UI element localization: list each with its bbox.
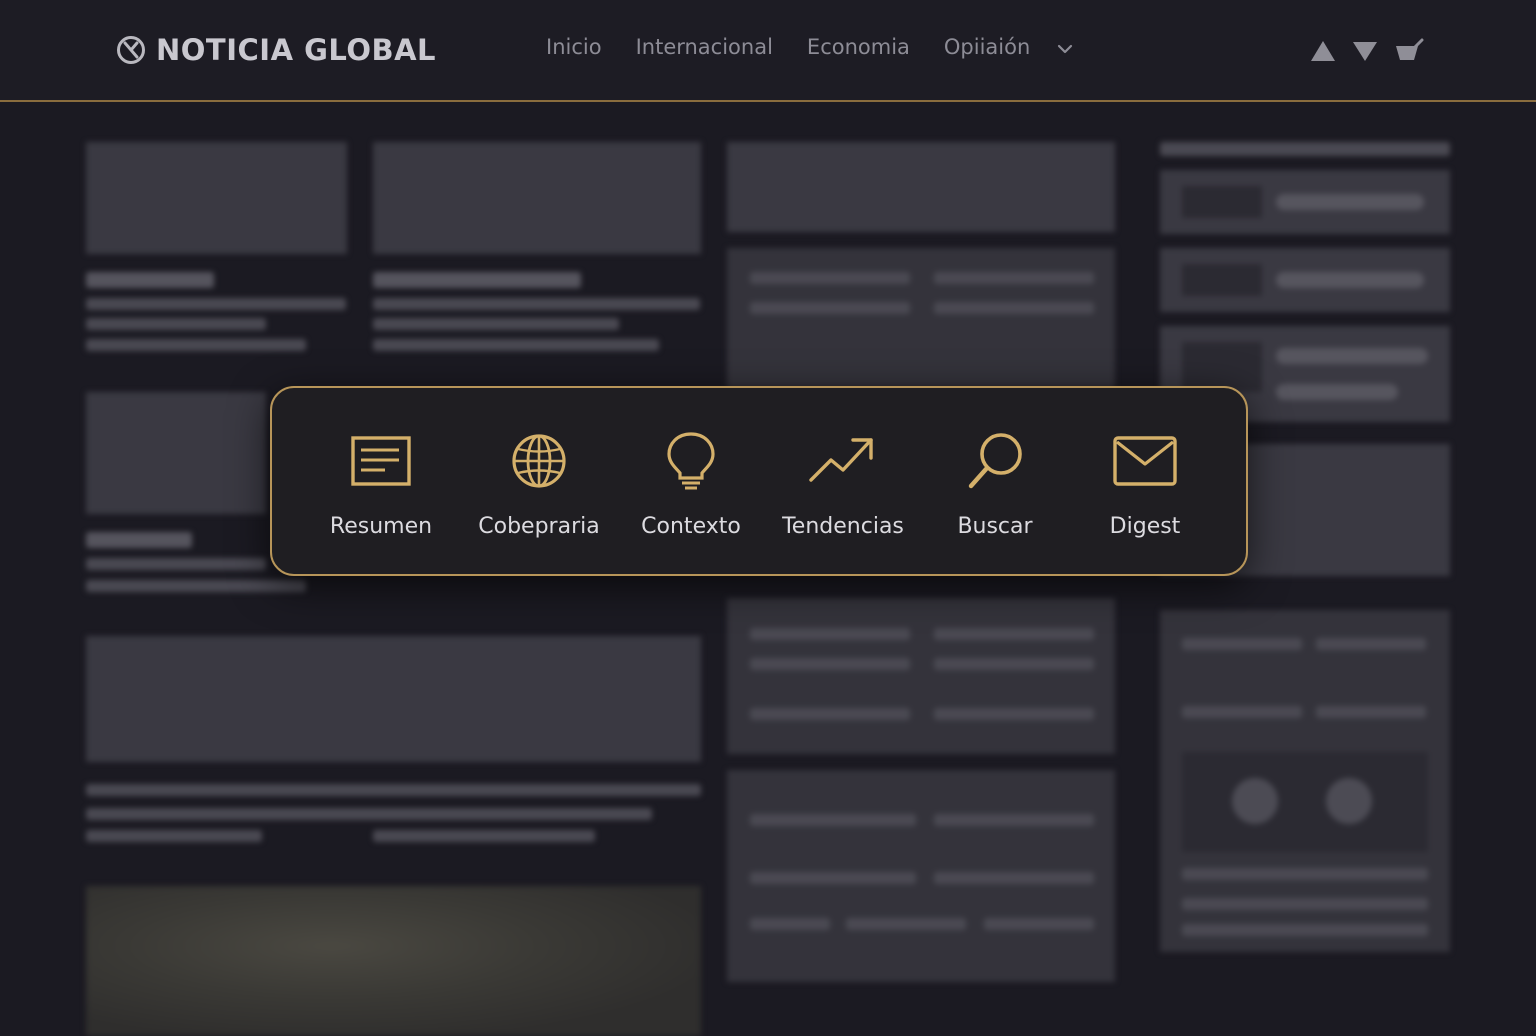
globe-icon: [512, 434, 566, 488]
sidebar-thumb: [1182, 264, 1262, 296]
text-placeholder: [1276, 272, 1424, 288]
text-placeholder: [1182, 638, 1302, 650]
text-placeholder: [1182, 868, 1428, 880]
envelope-icon: [1113, 436, 1177, 486]
text-placeholder: [373, 830, 595, 842]
text-placeholder: [1276, 384, 1398, 400]
text-placeholder: [1160, 142, 1450, 156]
text-placeholder: [1316, 706, 1426, 718]
chevron-down-icon[interactable]: [1056, 40, 1074, 58]
article-thumbnail: [373, 142, 701, 254]
search-icon: [968, 433, 1022, 489]
text-placeholder: [1182, 706, 1302, 718]
headline-placeholder: [86, 532, 192, 548]
world-map-image: [86, 886, 701, 1036]
article-thumbnail: [727, 142, 1115, 232]
text-placeholder: [934, 814, 1094, 826]
lightbulb-icon: [667, 432, 715, 490]
header-tools: [1310, 38, 1440, 64]
data-table-card: [727, 248, 1115, 388]
text-placeholder: [934, 302, 1094, 314]
article-thumbnail: [86, 142, 347, 254]
text-placeholder: [750, 814, 916, 826]
text-placeholder: [86, 298, 346, 310]
text-placeholder: [750, 708, 910, 720]
quick-actions-toolbar: Resumen Cobeprarіa Contexto Tendencias B…: [270, 386, 1248, 576]
headline-placeholder: [86, 272, 214, 288]
cart-icon[interactable]: [1394, 38, 1424, 64]
text-placeholder: [934, 628, 1094, 640]
document-lines-icon: [351, 436, 411, 486]
article-thumbnail: [86, 392, 266, 514]
text-placeholder: [86, 784, 701, 796]
text-placeholder: [750, 918, 830, 930]
data-table-card: [727, 598, 1115, 754]
text-placeholder: [846, 918, 966, 930]
main-nav: Inicio Internacional Economia Opiiaión: [546, 35, 1074, 59]
text-placeholder: [934, 872, 1094, 884]
text-placeholder: [373, 339, 659, 351]
sidebar-thumb: [1182, 186, 1262, 218]
brand[interactable]: NOTICIA GLOBAL: [116, 32, 436, 68]
sidebar-chart: [1182, 752, 1428, 852]
text-placeholder: [373, 298, 700, 310]
toolbar-item-label: Digest: [1109, 514, 1181, 539]
text-placeholder: [750, 658, 910, 670]
chart-dot: [1232, 778, 1278, 824]
text-placeholder: [373, 318, 619, 330]
text-placeholder: [934, 272, 1094, 284]
globe-slash-logo-icon: [117, 36, 145, 64]
nav-item-opinion[interactable]: Opiiaión: [944, 35, 1030, 59]
toolbar-item-resumen[interactable]: Resumen: [306, 388, 456, 578]
text-placeholder: [86, 580, 306, 592]
toolbar-item-cobertura[interactable]: Cobeprarіa: [464, 388, 614, 578]
feature-image: [86, 636, 701, 762]
sidebar-thumb: [1182, 342, 1262, 392]
text-placeholder: [750, 872, 916, 884]
text-placeholder: [1316, 638, 1426, 650]
text-placeholder: [1182, 898, 1428, 910]
text-placeholder: [750, 272, 910, 284]
text-placeholder: [1276, 194, 1424, 210]
text-placeholder: [750, 628, 910, 640]
text-placeholder: [750, 302, 910, 314]
text-placeholder: [984, 918, 1094, 930]
toolbar-item-digest[interactable]: Digest: [1070, 388, 1220, 578]
top-navigation-bar: NOTICIA GLOBAL Inicio Internacional Econ…: [0, 0, 1536, 102]
text-placeholder: [1182, 924, 1428, 936]
text-placeholder: [86, 318, 266, 330]
toolbar-item-contexto[interactable]: Contexto: [616, 388, 766, 578]
text-placeholder: [934, 708, 1094, 720]
text-placeholder: [86, 339, 306, 351]
triangle-up-icon[interactable]: [1310, 39, 1336, 63]
trend-up-icon: [809, 438, 873, 482]
text-placeholder: [86, 808, 652, 820]
text-placeholder: [86, 558, 266, 570]
triangle-down-icon[interactable]: [1352, 39, 1378, 63]
nav-item-internacional[interactable]: Internacional: [636, 35, 773, 59]
nav-item-economia[interactable]: Economia: [807, 35, 910, 59]
nav-item-inicio[interactable]: Inicio: [546, 35, 602, 59]
toolbar-item-buscar[interactable]: Buscar: [920, 388, 1070, 578]
toolbar-item-tendencias[interactable]: Tendencias: [768, 388, 918, 578]
text-placeholder: [86, 830, 262, 842]
text-placeholder: [934, 658, 1094, 670]
headline-placeholder: [373, 272, 581, 288]
text-placeholder: [1276, 348, 1428, 364]
brand-name: NOTICIA GLOBAL: [156, 33, 437, 67]
chart-dot: [1326, 778, 1372, 824]
